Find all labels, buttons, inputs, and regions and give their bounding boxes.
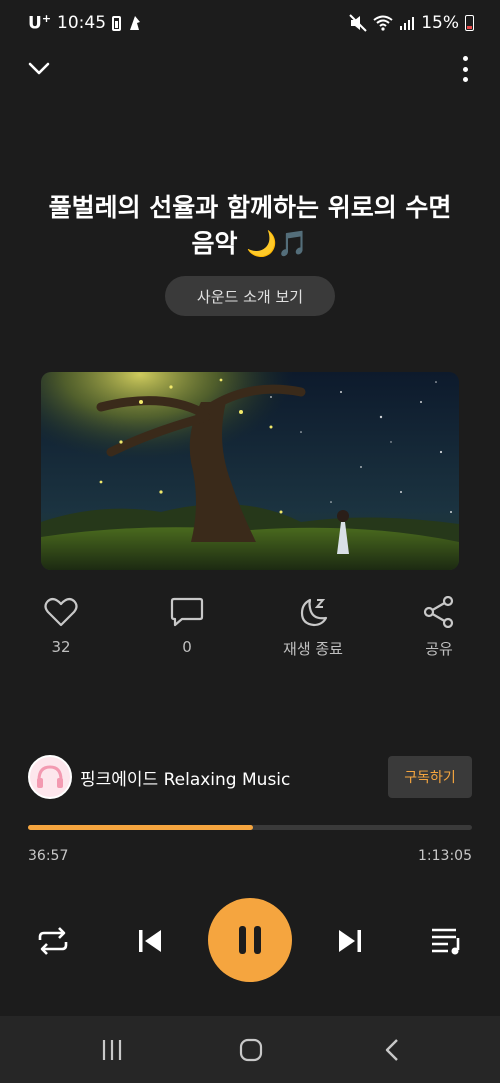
like-count: 32 xyxy=(51,638,71,656)
track-title: 풀벌레의 선율과 함께하는 위로의 수면음악 🌙🎵 xyxy=(48,193,452,258)
channel-row: 핑크에이드 Relaxing Music 구독하기 xyxy=(28,754,472,800)
back-button[interactable] xyxy=(380,1038,404,1062)
heart-icon xyxy=(44,597,78,627)
chevron-down-icon[interactable] xyxy=(26,58,52,78)
back-icon xyxy=(385,1039,398,1061)
top-bar xyxy=(0,50,500,86)
comment-count: 0 xyxy=(182,638,192,656)
more-vertical-icon[interactable] xyxy=(460,56,470,82)
skip-previous-icon xyxy=(139,930,161,952)
carrier-label: U+ xyxy=(28,12,52,34)
playlist-button[interactable] xyxy=(428,924,466,958)
channel-name[interactable]: 핑크에이드 Relaxing Music xyxy=(80,765,388,790)
notification-icon xyxy=(130,16,141,30)
status-right: 15% xyxy=(349,13,474,33)
total-duration: 1:13:05 xyxy=(418,848,472,864)
battery-icon xyxy=(465,15,474,31)
moon-timer-icon xyxy=(300,598,328,627)
status-bar: U+ 10:45 15% xyxy=(0,0,500,46)
next-button[interactable] xyxy=(334,924,366,958)
progress-bar[interactable] xyxy=(28,825,472,830)
status-time: 10:45 xyxy=(57,13,107,33)
repeat-button[interactable] xyxy=(34,924,72,958)
share-label: 공유 xyxy=(425,640,453,658)
like-button[interactable]: 32 xyxy=(1,596,121,656)
wifi-icon xyxy=(373,15,393,31)
elapsed-time: 36:57 xyxy=(28,848,69,864)
share-icon xyxy=(423,596,454,628)
action-row: 32 0 재생 종료 공유 xyxy=(0,596,500,666)
skip-next-icon xyxy=(339,930,361,952)
recent-apps-icon xyxy=(102,1040,122,1060)
subscribe-button[interactable]: 구독하기 xyxy=(388,756,472,798)
playback-controls xyxy=(0,898,500,986)
comment-icon xyxy=(170,597,204,627)
battery-percent: 15% xyxy=(421,13,459,33)
status-left: U+ 10:45 xyxy=(28,12,143,34)
sound-intro-button[interactable]: 사운드 소개 보기 xyxy=(165,276,335,316)
system-nav-bar xyxy=(0,1016,500,1083)
home-icon xyxy=(239,1038,263,1062)
playlist-icon xyxy=(432,928,460,955)
sleep-timer-label: 재생 종료 xyxy=(283,640,343,658)
mute-icon xyxy=(349,14,367,32)
home-button[interactable] xyxy=(238,1038,264,1062)
battery-saver-icon xyxy=(112,15,122,31)
progress-fill xyxy=(28,825,253,830)
pause-icon xyxy=(239,926,261,954)
signal-icon xyxy=(400,17,415,30)
artwork-image xyxy=(41,372,459,570)
comment-button[interactable]: 0 xyxy=(127,596,247,656)
sleep-timer-button[interactable]: 재생 종료 xyxy=(253,596,373,659)
channel-avatar[interactable] xyxy=(28,755,72,799)
recent-apps-button[interactable] xyxy=(98,1038,126,1062)
repeat-icon xyxy=(38,927,68,955)
headphones-icon xyxy=(37,765,63,788)
pause-button[interactable] xyxy=(208,898,292,982)
previous-button[interactable] xyxy=(134,924,166,958)
share-button[interactable]: 공유 xyxy=(379,596,499,659)
